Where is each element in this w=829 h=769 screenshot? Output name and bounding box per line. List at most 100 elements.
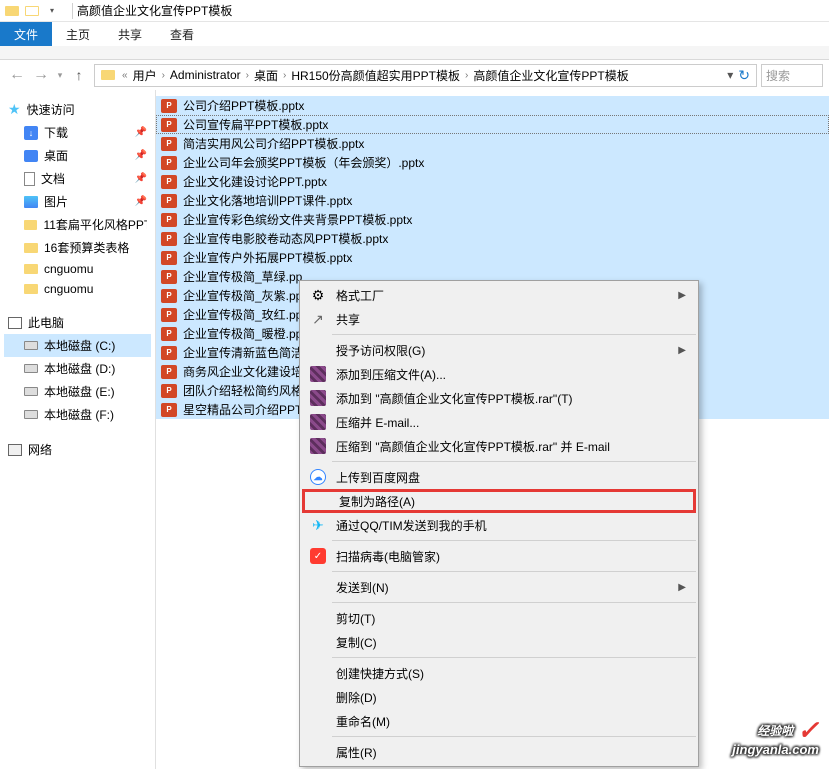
powerpoint-icon: P	[161, 251, 177, 265]
menu-item[interactable]: ✓扫描病毒(电脑管家)	[302, 544, 696, 568]
sidebar-item-desktop[interactable]: 桌面📌	[4, 144, 151, 167]
menu-item[interactable]: ✈通过QQ/TIM发送到我的手机	[302, 513, 696, 537]
menu-item[interactable]: 压缩并 E-mail...	[302, 410, 696, 434]
menu-item[interactable]: 复制(C)	[302, 630, 696, 654]
forward-icon[interactable]: →	[30, 64, 52, 86]
file-row[interactable]: P公司介绍PPT模板.pptx	[156, 96, 829, 115]
sidebar-item-documents[interactable]: 文档📌	[4, 167, 151, 190]
powerpoint-icon: P	[161, 118, 177, 132]
menu-label: 重命名(M)	[336, 713, 686, 730]
up-icon[interactable]: ↑	[68, 64, 90, 86]
title-bar: ▾ 高颜值企业文化宣传PPT模板	[0, 0, 829, 22]
menu-label: 添加到压缩文件(A)...	[336, 366, 686, 383]
menu-label: 上传到百度网盘	[336, 469, 686, 486]
pc-icon	[8, 317, 22, 329]
qat-dropdown[interactable]: ▾	[44, 3, 60, 19]
menu-item[interactable]: 属性(R)	[302, 740, 696, 764]
baidu-icon: ☁	[310, 469, 326, 485]
chevron-icon[interactable]: «	[119, 70, 131, 81]
file-name: 企业公司年会颁奖PPT模板（年会颁奖）.pptx	[183, 154, 424, 171]
sidebar-item-folder-1[interactable]: 11套扁平化风格PPT	[4, 213, 151, 236]
sidebar-drive-c[interactable]: 本地磁盘 (C:)	[4, 334, 151, 357]
crumb-desktop[interactable]: 桌面	[252, 67, 280, 84]
quick-access-section: ★ 快速访问 ↓下载📌 桌面📌 文档📌 图片📌 11套扁平化风格PPT 16套预…	[4, 98, 151, 299]
menu-item[interactable]: 复制为路径(A)	[302, 489, 696, 513]
file-name: 企业宣传清新蓝色简洁	[183, 344, 303, 361]
file-row[interactable]: P企业宣传户外拓展PPT模板.pptx	[156, 248, 829, 267]
menu-separator	[332, 602, 696, 603]
file-row[interactable]: P企业宣传彩色缤纷文件夹背景PPT模板.pptx	[156, 210, 829, 229]
menu-item[interactable]: 删除(D)	[302, 685, 696, 709]
menu-item[interactable]: 发送到(N)▶	[302, 575, 696, 599]
menu-label: 压缩并 E-mail...	[336, 414, 686, 431]
quick-access-toolbar: ▾	[4, 3, 60, 19]
menu-item[interactable]: ☁ 上传到百度网盘	[302, 465, 696, 489]
blank-icon-slot	[308, 608, 328, 628]
menu-item[interactable]: 剪切(T)	[302, 606, 696, 630]
refresh-icon[interactable]: ↻	[738, 67, 750, 84]
menu-label: 压缩到 "高颜值企业文化宣传PPT模板.rar" 并 E-mail	[336, 438, 686, 455]
menu-item[interactable]: ↗共享	[302, 307, 696, 331]
file-row[interactable]: P企业公司年会颁奖PPT模板（年会颁奖）.pptx	[156, 153, 829, 172]
file-name: 企业宣传彩色缤纷文件夹背景PPT模板.pptx	[183, 211, 412, 228]
menu-item[interactable]: 授予访问权限(G)▶	[302, 338, 696, 362]
powerpoint-icon: P	[161, 346, 177, 360]
menu-separator	[332, 334, 696, 335]
sidebar-item-pictures[interactable]: 图片📌	[4, 190, 151, 213]
rar-icon-slot	[308, 364, 328, 384]
document-icon	[24, 172, 35, 186]
sidebar-drive-d[interactable]: 本地磁盘 (D:)	[4, 357, 151, 380]
shield-icon-slot: ✓	[308, 546, 328, 566]
file-row[interactable]: P公司宣传扁平PPT模板.pptx	[156, 115, 829, 134]
menu-label: 格式工厂	[336, 287, 670, 304]
menu-item[interactable]: 添加到 "高颜值企业文化宣传PPT模板.rar"(T)	[302, 386, 696, 410]
recent-dropdown-icon[interactable]: ▾	[54, 64, 66, 86]
menu-label: 共享	[336, 311, 686, 328]
sidebar-this-pc[interactable]: 此电脑	[4, 311, 151, 334]
pin-icon: 📌	[135, 150, 147, 161]
sidebar-drive-f[interactable]: 本地磁盘 (F:)	[4, 403, 151, 426]
tab-share[interactable]: 共享	[104, 22, 156, 46]
powerpoint-icon: P	[161, 403, 177, 417]
crumb-admin[interactable]: Administrator	[168, 68, 243, 82]
file-row[interactable]: P企业文化落地培训PPT课件.pptx	[156, 191, 829, 210]
file-row[interactable]: P简洁实用风公司介绍PPT模板.pptx	[156, 134, 829, 153]
back-icon[interactable]: ←	[6, 64, 28, 86]
search-input[interactable]: 搜索	[761, 64, 823, 87]
chevron-down-icon[interactable]: ▾	[724, 68, 736, 82]
tab-view[interactable]: 查看	[156, 22, 208, 46]
crumb-users[interactable]: 用户	[131, 67, 159, 84]
menu-item[interactable]: ⚙格式工厂▶	[302, 283, 696, 307]
blank-icon-slot	[311, 491, 331, 511]
pin-icon: 📌	[135, 127, 147, 138]
file-row[interactable]: P企业宣传电影胶卷动态风PPT模板.pptx	[156, 229, 829, 248]
winrar-icon	[310, 438, 326, 454]
menu-item[interactable]: 压缩到 "高颜值企业文化宣传PPT模板.rar" 并 E-mail	[302, 434, 696, 458]
sidebar-item-folder-2[interactable]: 16套预算类表格	[4, 236, 151, 259]
quick-access-label: 快速访问	[27, 101, 75, 118]
crumb-current[interactable]: 高颜值企业文化宣传PPT模板	[471, 67, 630, 84]
tab-file[interactable]: 文件	[0, 22, 52, 46]
sidebar-item-folder-3[interactable]: cnguomu	[4, 259, 151, 279]
sidebar-quick-access[interactable]: ★ 快速访问	[4, 98, 151, 121]
file-name: 企业宣传极简_草绿.pp	[183, 268, 302, 285]
ribbon-tabs: 文件 主页 共享 查看	[0, 22, 829, 46]
menu-label: 发送到(N)	[336, 579, 670, 596]
sidebar-item-folder-4[interactable]: cnguomu	[4, 279, 151, 299]
menu-label: 复制(C)	[336, 634, 686, 651]
winrar-icon	[310, 414, 326, 430]
breadcrumb[interactable]: « 用户 › Administrator › 桌面 › HR150份高颜值超实用…	[94, 64, 757, 87]
tab-home[interactable]: 主页	[52, 22, 104, 46]
menu-item[interactable]: 重命名(M)	[302, 709, 696, 733]
crumb-hr150[interactable]: HR150份高颜值超实用PPT模板	[289, 67, 462, 84]
sidebar-network[interactable]: 网络	[4, 438, 151, 461]
menu-item[interactable]: 添加到压缩文件(A)...	[302, 362, 696, 386]
menu-separator	[332, 540, 696, 541]
sidebar-item-downloads[interactable]: ↓下载📌	[4, 121, 151, 144]
menu-item[interactable]: 创建快捷方式(S)	[302, 661, 696, 685]
sidebar-drive-e[interactable]: 本地磁盘 (E:)	[4, 380, 151, 403]
powerpoint-icon: P	[161, 365, 177, 379]
file-row[interactable]: P企业文化建设讨论PPT.pptx	[156, 172, 829, 191]
file-name: 企业文化建设讨论PPT.pptx	[183, 173, 327, 190]
qq-icon-slot: ✈	[308, 515, 328, 535]
